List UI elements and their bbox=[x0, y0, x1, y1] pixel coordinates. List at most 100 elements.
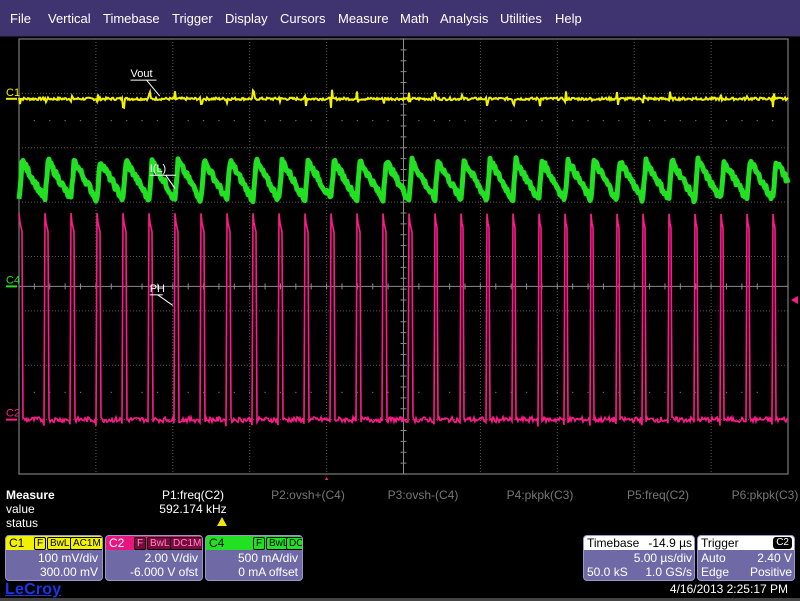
graticule-dot bbox=[664, 119, 666, 122]
graticule-dot bbox=[341, 119, 343, 122]
measure-param-p3[interactable]: P3:ovsh-(C4) bbox=[363, 488, 483, 502]
graticule-dot bbox=[218, 119, 220, 122]
graticule-dot bbox=[249, 391, 251, 394]
channel-c1-scale: 100 mV/div bbox=[37, 551, 98, 565]
channel-c1-header: C1 F BwL AC1M bbox=[6, 536, 102, 550]
graticule-dot bbox=[372, 119, 374, 122]
graticule-dot bbox=[264, 391, 266, 394]
graticule-dot bbox=[33, 119, 36, 122]
graticule-dot bbox=[202, 119, 205, 122]
channel-c4-tag-coupling: DC bbox=[286, 537, 302, 550]
channel-c4-offset: 0 mA offset bbox=[238, 565, 298, 579]
menu-math[interactable]: Math bbox=[400, 11, 429, 26]
graticule-dot bbox=[156, 391, 159, 394]
menu-analysis[interactable]: Analysis bbox=[440, 11, 488, 26]
timebase-scale: 5.00 µs/div bbox=[633, 551, 692, 565]
channel-c4-tag-f: F bbox=[253, 537, 266, 550]
graticule-dot bbox=[187, 119, 189, 122]
graticule-dot bbox=[495, 391, 497, 394]
channel-c1-offset: 300.00 mV bbox=[39, 565, 98, 579]
trigger-mode: Auto bbox=[701, 551, 726, 565]
graticule-dot bbox=[479, 119, 482, 122]
channel-c4-name: C4 bbox=[209, 536, 225, 550]
channel-c2-tag-bwl: BwL bbox=[147, 537, 173, 550]
channel-marker-label-c2: C2 bbox=[6, 408, 20, 420]
graticule-dot bbox=[295, 391, 297, 394]
channel-c2-offset: -6.000 V ofst bbox=[129, 565, 198, 579]
channel-c2-name: C2 bbox=[109, 536, 125, 550]
channel-c1-descriptor[interactable]: C1 F BwL AC1M 100 mV/div 300.00 mV bbox=[5, 535, 103, 581]
graticule-dot bbox=[172, 119, 174, 122]
waveform-grid-svg: C1 C4 C2 Vout I(L) PH bbox=[6, 38, 798, 480]
graticule-dot bbox=[279, 391, 282, 394]
channel-c2-descriptor[interactable]: C2 F BwL DC1M 2.00 V/div -6.000 V ofst bbox=[105, 535, 203, 581]
measure-param-p2[interactable]: P2:ovsh+(C4) bbox=[248, 488, 368, 502]
channel-c4-descriptor[interactable]: C4 F BwL DC 500 mA/div 0 mA offset bbox=[205, 535, 303, 581]
graticule-dot bbox=[525, 391, 528, 394]
channel-c2-tag-coupling: DC1M bbox=[170, 537, 202, 550]
graticule-dot bbox=[218, 391, 220, 394]
graticule-dot bbox=[525, 119, 528, 122]
trigger-header: Trigger C2 bbox=[698, 536, 794, 550]
menu-display[interactable]: Display bbox=[225, 11, 268, 26]
graticule-dot bbox=[479, 391, 482, 394]
menu-bar: File Vertical Timebase Trigger Display C… bbox=[0, 0, 800, 37]
graticule-dot bbox=[325, 119, 328, 122]
measure-param-p1[interactable]: P1:freq(C2) bbox=[133, 488, 253, 502]
menu-help[interactable]: Help bbox=[555, 11, 582, 26]
graticule-dot bbox=[464, 119, 466, 122]
graticule-dot bbox=[233, 391, 236, 394]
trigger-source-badge: C2 bbox=[773, 537, 792, 549]
timebase-sample-rate: 1.0 GS/s bbox=[645, 565, 692, 579]
lecroy-logo[interactable]: LeCroy bbox=[5, 581, 61, 599]
menu-trigger[interactable]: Trigger bbox=[172, 11, 213, 26]
measure-title: Measure bbox=[6, 488, 55, 502]
graticule-dot bbox=[264, 119, 266, 122]
measure-table: Measure value status P1:freq(C2) 592.174… bbox=[0, 484, 800, 532]
graticule-dot bbox=[541, 119, 543, 122]
graticule-dot bbox=[402, 119, 405, 122]
graticule-dot bbox=[633, 391, 635, 394]
trace-annotation-label: I(L) bbox=[150, 163, 167, 175]
graticule-dot bbox=[725, 391, 728, 394]
measure-param-p4[interactable]: P4:pkpk(C3) bbox=[480, 488, 600, 502]
graticule-dot bbox=[187, 391, 189, 394]
waveform-display[interactable]: C1 C4 C2 Vout I(L) PH bbox=[0, 37, 800, 480]
menu-measure[interactable]: Measure bbox=[338, 11, 389, 26]
graticule-dot bbox=[587, 119, 589, 122]
graticule-dot bbox=[325, 391, 328, 394]
graticule-dot bbox=[756, 119, 758, 122]
graticule-dot bbox=[402, 391, 405, 394]
measure-param-p5[interactable]: P5:freq(C2) bbox=[598, 488, 718, 502]
measure-row-value-label: value bbox=[6, 502, 35, 516]
graticule bbox=[18, 38, 789, 475]
menu-utilities[interactable]: Utilities bbox=[500, 11, 542, 26]
graticule-dot bbox=[49, 119, 51, 122]
menu-vertical[interactable]: Vertical bbox=[48, 11, 91, 26]
graticule-dot bbox=[448, 119, 451, 122]
warning-icon bbox=[217, 517, 227, 526]
channel-c1-name: C1 bbox=[9, 536, 25, 550]
menu-file[interactable]: File bbox=[10, 11, 31, 26]
trigger-descriptor[interactable]: Trigger C2 Auto 2.40 V Edge Positive bbox=[697, 535, 795, 581]
graticule-dot bbox=[79, 391, 82, 394]
channel-c4-header: C4 F BwL DC bbox=[206, 536, 302, 550]
menu-cursors[interactable]: Cursors bbox=[280, 11, 326, 26]
graticule-dot bbox=[418, 119, 420, 122]
graticule-dot bbox=[141, 391, 143, 394]
graticule-dot bbox=[110, 391, 112, 394]
graticule-dot bbox=[418, 391, 420, 394]
trigger-type: Edge bbox=[701, 565, 730, 579]
trigger-label: Trigger bbox=[701, 536, 739, 550]
measure-param-p6[interactable]: P6:pkpk(C3) bbox=[705, 488, 800, 502]
trigger-level-marker-icon bbox=[791, 296, 798, 304]
graticule-dot bbox=[33, 391, 36, 394]
channel-c2-tag-f: F bbox=[134, 537, 147, 550]
trigger-level: 2.40 V bbox=[757, 551, 792, 565]
timebase-descriptor[interactable]: Timebase -14.9 µs 5.00 µs/div 50.0 kS 1.… bbox=[583, 535, 695, 581]
graticule-dot bbox=[249, 119, 251, 122]
timebase-samples: 50.0 kS bbox=[587, 565, 628, 579]
channel-c2-scale: 2.00 V/div bbox=[144, 551, 198, 565]
trace-annotations: Vout I(L) PH bbox=[130, 68, 176, 306]
menu-timebase[interactable]: Timebase bbox=[103, 11, 160, 26]
